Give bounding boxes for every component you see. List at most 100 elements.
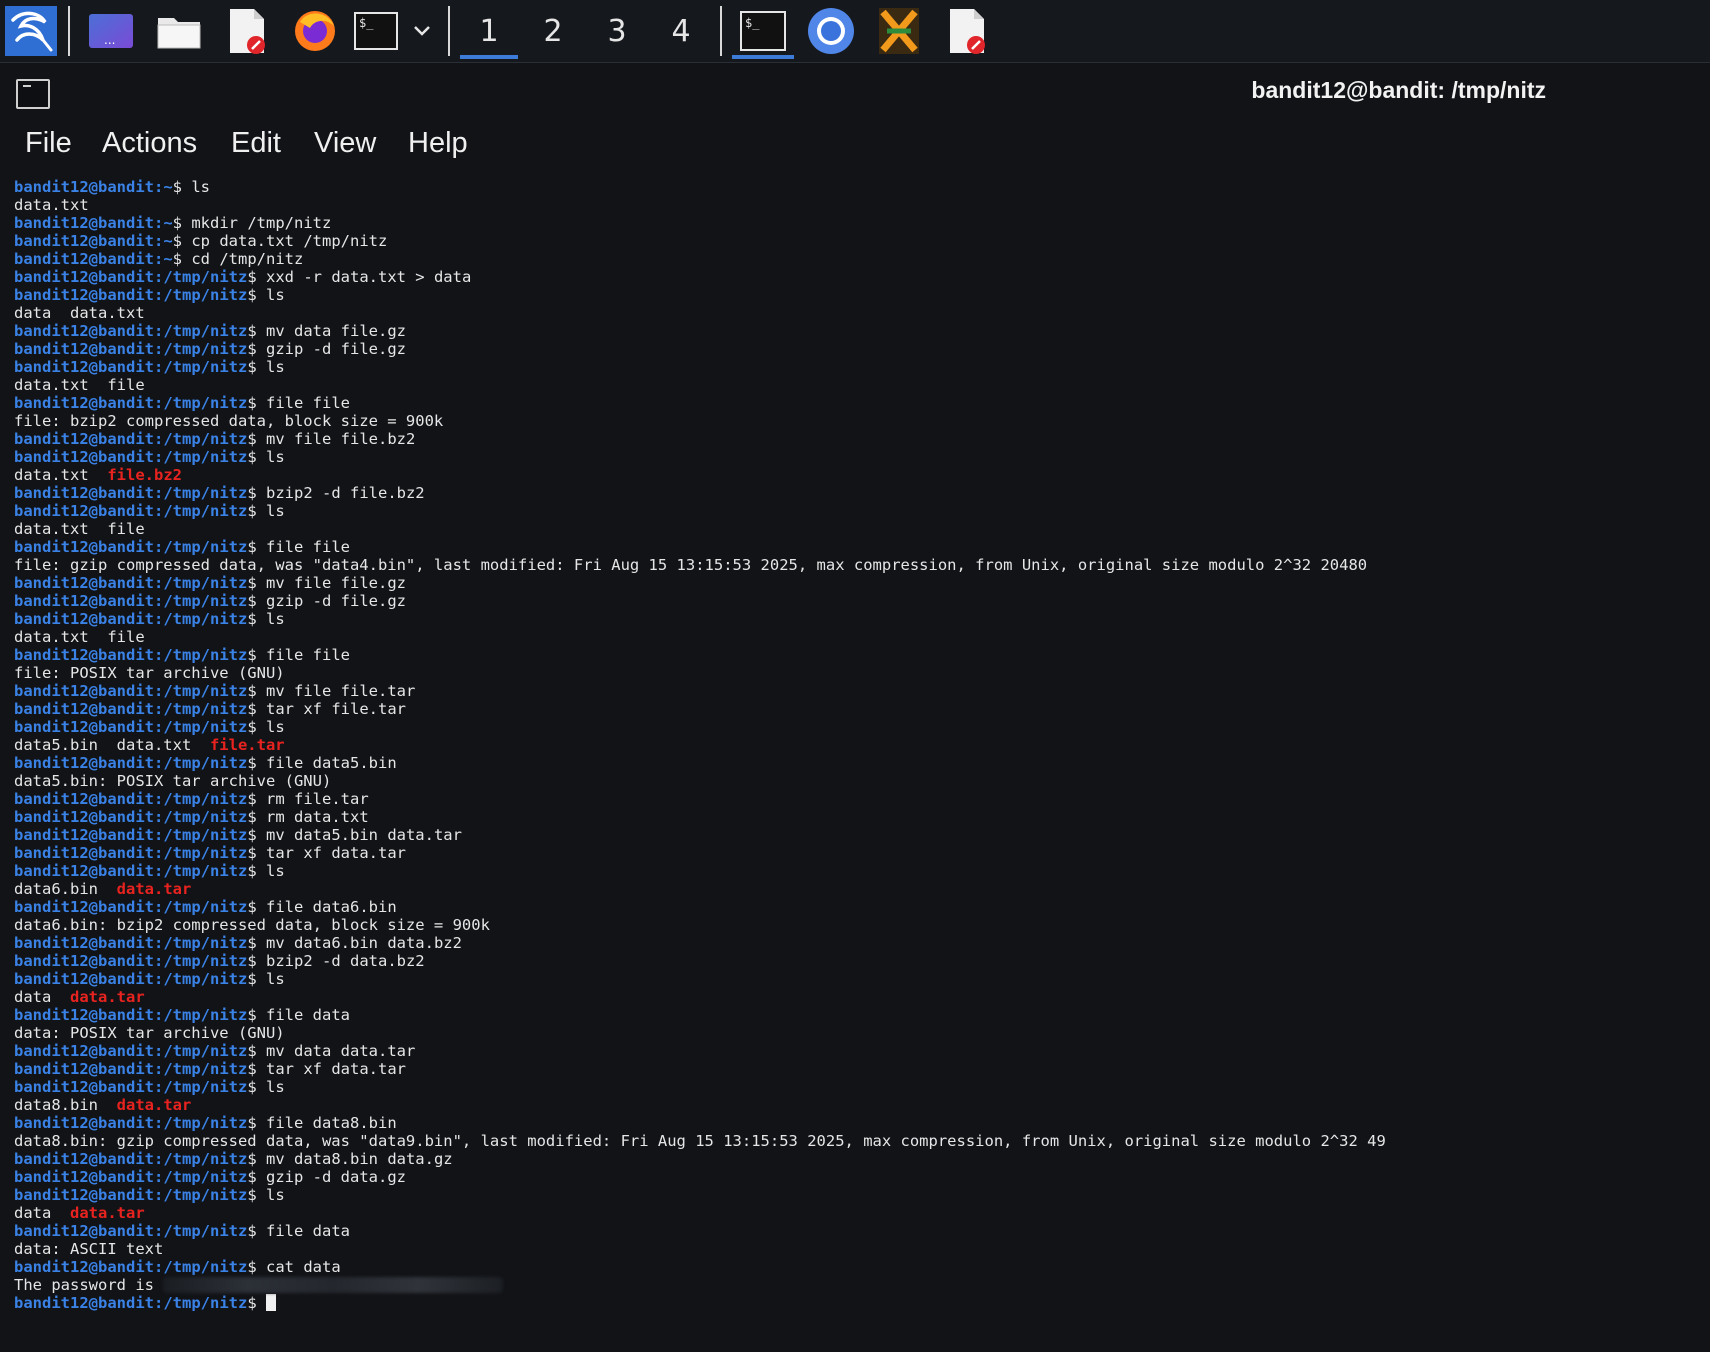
prompt-colon: : (153, 718, 164, 736)
command-text: ls (266, 610, 285, 628)
prompt-user: bandit12@bandit (14, 952, 154, 970)
prompt-path: /tmp/nitz (163, 448, 248, 466)
firefox-icon[interactable] (284, 0, 346, 62)
terminal-line: The password is (14, 1276, 1704, 1294)
output-text: data.txt file (14, 520, 145, 538)
prompt-colon: : (153, 610, 164, 628)
prompt-dollar: $ (247, 358, 266, 376)
active-task-indicator (732, 55, 794, 59)
prompt-dollar: $ (172, 232, 192, 250)
prompt-colon: : (153, 682, 164, 700)
prompt-path: /tmp/nitz (163, 268, 248, 286)
prompt-path: /tmp/nitz (163, 1150, 248, 1168)
workspace-4[interactable]: 4 (650, 0, 712, 62)
prompt-dollar: $ (172, 178, 192, 196)
chromium-icon[interactable] (800, 0, 862, 62)
command-text: cd /tmp/nitz (191, 250, 304, 268)
prompt-user: bandit12@bandit (14, 1150, 154, 1168)
prompt-dollar: $ (247, 754, 266, 772)
menu-view[interactable]: View (314, 127, 376, 160)
prompt-colon: : (153, 1060, 164, 1078)
prompt-path: ~ (163, 250, 173, 268)
terminal-line: bandit12@bandit:/tmp/nitz$ ls (14, 970, 1704, 988)
command-text: ls (266, 286, 285, 304)
chevron-down-icon[interactable] (404, 0, 440, 62)
ls-entry: data6.bin (14, 880, 117, 898)
prompt-colon: : (153, 790, 164, 808)
prompt-path: /tmp/nitz (163, 1060, 248, 1078)
command-text: mv data file.gz (266, 322, 406, 340)
terminal-icon[interactable]: $_ (352, 0, 400, 62)
kali-menu-icon[interactable] (0, 0, 62, 62)
prompt-user: bandit12@bandit (14, 1186, 154, 1204)
prompt-colon: : (153, 178, 164, 196)
prompt-dollar: $ (247, 502, 266, 520)
prompt-colon: : (153, 1114, 164, 1132)
terminal-line: bandit12@bandit:/tmp/nitz$ file data (14, 1006, 1704, 1024)
workspace-2[interactable]: 2 (522, 0, 584, 62)
prompt-user: bandit12@bandit (14, 1006, 154, 1024)
prompt-dollar: $ (247, 610, 266, 628)
terminal-task-icon[interactable]: $_ (732, 0, 794, 62)
terminal-line: bandit12@bandit:/tmp/nitz$ tar xf data.t… (14, 1060, 1704, 1078)
desktop-icon[interactable]: ... (80, 0, 142, 62)
command-text: mv file file.bz2 (266, 430, 416, 448)
taskbar-separator (720, 6, 722, 56)
prompt-user: bandit12@bandit (14, 394, 154, 412)
prompt-dollar: $ (247, 448, 266, 466)
redacted-password (163, 1277, 504, 1293)
command-text: file data6.bin (266, 898, 397, 916)
terminal-line: bandit12@bandit:/tmp/nitz$ mv data file.… (14, 322, 1704, 340)
prompt-colon: : (153, 322, 164, 340)
menu-file[interactable]: File (25, 127, 72, 160)
terminal-line: bandit12@bandit:~$ cd /tmp/nitz (14, 250, 1704, 268)
prompt-path: /tmp/nitz (163, 844, 248, 862)
terminal-line: data6.bin: bzip2 compressed data, block … (14, 916, 1704, 934)
prompt-colon: : (153, 808, 164, 826)
prompt-path: /tmp/nitz (163, 1222, 248, 1240)
text-editor-icon[interactable] (216, 0, 278, 62)
prompt-colon: : (153, 1150, 164, 1168)
prompt-colon: : (153, 1294, 164, 1312)
file-manager-icon[interactable] (148, 0, 210, 62)
command-text: mv file file.tar (266, 682, 416, 700)
command-text: file data (266, 1222, 350, 1240)
prompt-user: bandit12@bandit (14, 178, 154, 196)
text-editor-icon-2[interactable] (936, 0, 998, 62)
terminal-line: bandit12@bandit:/tmp/nitz$ bzip2 -d file… (14, 484, 1704, 502)
terminal-line: bandit12@bandit:/tmp/nitz$ gzip -d data.… (14, 1168, 1704, 1186)
command-text: mv file file.gz (266, 574, 406, 592)
terminal-line: bandit12@bandit:/tmp/nitz$ file file (14, 394, 1704, 412)
workspace-3[interactable]: 3 (586, 0, 648, 62)
prompt-colon: : (153, 286, 164, 304)
command-text: tar xf file.tar (266, 700, 406, 718)
prompt-colon: : (153, 232, 164, 250)
prompt-path: /tmp/nitz (163, 286, 248, 304)
command-text: bzip2 -d file.bz2 (266, 484, 425, 502)
menu-edit[interactable]: Edit (231, 127, 281, 160)
command-text: file file (266, 646, 350, 664)
terminal-line: bandit12@bandit:/tmp/nitz$ mv file file.… (14, 574, 1704, 592)
terminal-output[interactable]: bandit12@bandit:~$ ls data.txt bandit12@ba… (14, 178, 1704, 1343)
prompt-user: bandit12@bandit (14, 790, 154, 808)
prompt-dollar: $ (247, 682, 266, 700)
prompt-dollar: $ (247, 430, 266, 448)
menu-actions[interactable]: Actions (102, 127, 197, 160)
terminal-line: bandit12@bandit:/tmp/nitz$ tar xf file.t… (14, 700, 1704, 718)
terminal-line: bandit12@bandit:/tmp/nitz$ xxd -r data.t… (14, 268, 1704, 286)
prompt-user: bandit12@bandit (14, 646, 154, 664)
prompt-dollar: $ (247, 718, 266, 736)
prompt-user: bandit12@bandit (14, 1168, 154, 1186)
prompt-user: bandit12@bandit (14, 682, 154, 700)
burp-icon[interactable] (868, 0, 930, 62)
terminal-line: bandit12@bandit:/tmp/nitz$ mv data data.… (14, 1042, 1704, 1060)
terminal-line: data data.tar (14, 1204, 1704, 1222)
workspace-1[interactable]: 1 (458, 0, 520, 62)
terminal-line: data.txt (14, 196, 1704, 214)
prompt-user: bandit12@bandit (14, 232, 154, 250)
terminal-line: bandit12@bandit:/tmp/nitz$ mv data5.bin … (14, 826, 1704, 844)
terminal-line: bandit12@bandit:/tmp/nitz$ mv file file.… (14, 430, 1704, 448)
prompt-user: bandit12@bandit (14, 898, 154, 916)
prompt-path: /tmp/nitz (163, 646, 248, 664)
menu-help[interactable]: Help (408, 127, 468, 160)
